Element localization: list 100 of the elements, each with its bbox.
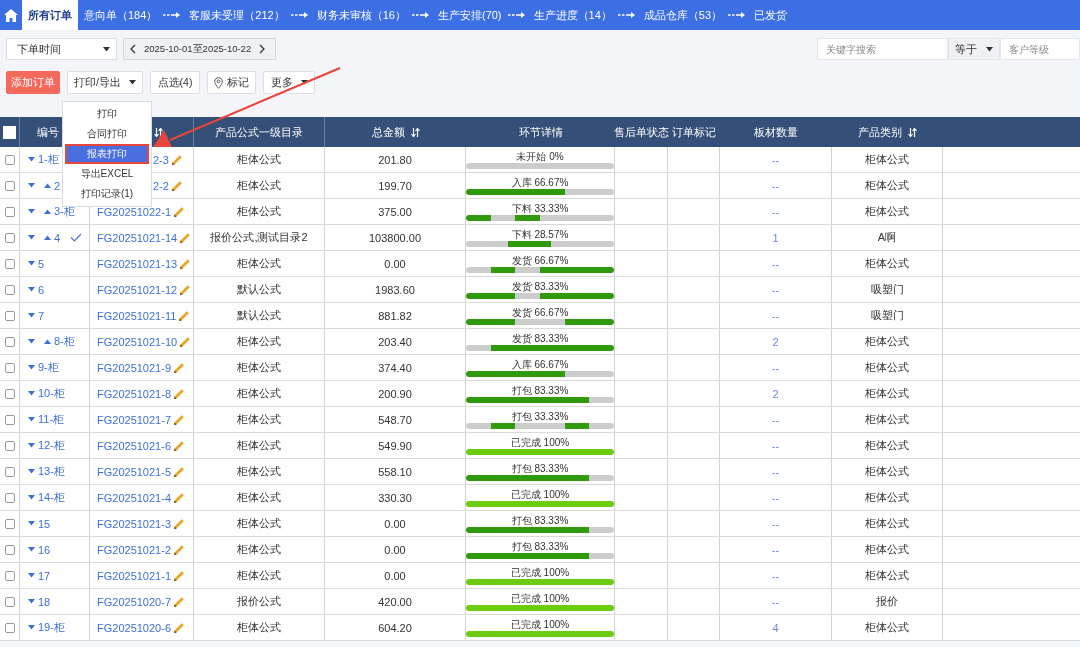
row-checkbox[interactable] xyxy=(4,466,15,477)
pencil-icon[interactable] xyxy=(178,309,191,322)
row-number[interactable]: 3-柜 xyxy=(54,204,75,219)
pencil-icon[interactable] xyxy=(173,205,185,218)
order-number-link[interactable]: FG20251021-13 xyxy=(97,257,178,270)
row-number[interactable]: 7 xyxy=(38,309,45,322)
chevron-right-icon[interactable] xyxy=(259,44,266,54)
column-header[interactable]: 总金额 xyxy=(371,124,405,140)
customer-level-field[interactable]: 客户等级 xyxy=(1000,38,1080,60)
row-number[interactable]: 14-柜 xyxy=(38,490,65,505)
dropdown-button[interactable]: 更多 xyxy=(263,71,315,94)
pencil-icon[interactable] xyxy=(179,257,192,270)
row-checkbox[interactable] xyxy=(4,518,15,529)
row-checkbox[interactable] xyxy=(4,310,15,321)
row-number[interactable]: 9-柜 xyxy=(38,360,59,375)
order-number-link[interactable]: FG20251021-4 xyxy=(97,491,171,504)
pencil-icon[interactable] xyxy=(173,387,185,400)
board-count[interactable]: 2 xyxy=(772,335,779,348)
order-number-link[interactable]: 2-2 xyxy=(153,179,169,192)
board-count[interactable]: -- xyxy=(771,595,780,608)
pencil-icon[interactable] xyxy=(170,179,183,192)
order-number-link[interactable]: FG20251021-6 xyxy=(97,439,171,452)
pencil-icon[interactable] xyxy=(173,361,185,374)
order-number-link[interactable]: 2-3 xyxy=(153,153,169,166)
row-number[interactable]: 18 xyxy=(38,595,51,608)
row-number[interactable]: 6 xyxy=(38,283,45,296)
row-number[interactable]: 12-柜 xyxy=(38,438,65,453)
pencil-icon[interactable] xyxy=(173,517,185,530)
pencil-icon[interactable] xyxy=(173,621,185,634)
order-number-link[interactable]: FG20251021-10 xyxy=(97,335,178,348)
board-count[interactable]: -- xyxy=(771,179,780,192)
row-checkbox[interactable] xyxy=(4,596,15,607)
board-count[interactable]: -- xyxy=(771,465,780,478)
row-number[interactable]: 17 xyxy=(38,569,51,582)
date-range-picker[interactable]: 2025-10-01至2025-10-22 xyxy=(123,38,276,60)
row-number[interactable]: 2 xyxy=(54,179,61,192)
pencil-icon[interactable] xyxy=(179,231,192,244)
board-count[interactable]: -- xyxy=(771,517,780,530)
nav-tab[interactable]: 财务未审核（16） xyxy=(310,0,412,30)
row-checkbox[interactable] xyxy=(4,232,15,243)
nav-tab[interactable]: 所有订单 xyxy=(22,0,78,30)
pencil-icon[interactable] xyxy=(179,335,192,348)
board-count[interactable]: 1 xyxy=(772,231,779,244)
mark-button[interactable]: 标记 xyxy=(207,71,256,94)
order-number-link[interactable]: FG20251021-1 xyxy=(97,569,171,582)
row-checkbox[interactable] xyxy=(4,362,15,373)
pencil-icon[interactable] xyxy=(173,569,185,582)
board-count[interactable]: -- xyxy=(771,413,780,426)
sort-icon[interactable] xyxy=(410,127,420,137)
nav-tab[interactable]: 生产进度（14） xyxy=(527,0,618,30)
row-number[interactable]: 11-柜 xyxy=(38,412,65,427)
menu-item[interactable]: 打印记录(1) xyxy=(63,184,151,204)
row-checkbox[interactable] xyxy=(4,206,15,217)
order-number-link[interactable]: FG20251021-2 xyxy=(97,543,171,556)
row-checkbox[interactable] xyxy=(4,180,15,191)
menu-item[interactable]: 打印 xyxy=(63,104,151,124)
order-number-link[interactable]: FG20251021-14 xyxy=(97,231,178,244)
board-count[interactable]: -- xyxy=(771,543,780,556)
menu-item[interactable]: 报表打印 xyxy=(65,144,149,164)
row-checkbox[interactable] xyxy=(4,544,15,555)
pencil-icon[interactable] xyxy=(173,465,185,478)
row-number[interactable]: 15 xyxy=(38,517,51,530)
nav-tab[interactable]: 生产安排(70) xyxy=(431,0,508,30)
menu-item[interactable]: 合同打印 xyxy=(63,124,151,144)
pencil-icon[interactable] xyxy=(173,413,185,426)
row-number[interactable]: 10-柜 xyxy=(38,386,65,401)
row-number[interactable]: 16 xyxy=(38,543,51,556)
order-number-link[interactable]: FG20251021-3 xyxy=(97,517,171,530)
row-number[interactable]: 13-柜 xyxy=(38,464,65,479)
row-number[interactable]: 4 xyxy=(54,231,61,244)
keyword-search-field[interactable]: 关键字搜索 xyxy=(817,38,948,60)
board-count[interactable]: -- xyxy=(771,283,780,296)
pencil-icon[interactable] xyxy=(170,153,183,166)
dropdown-button[interactable]: 打印/导出 xyxy=(67,71,143,94)
board-count[interactable]: 4 xyxy=(772,621,779,634)
chevron-left-icon[interactable] xyxy=(130,44,136,54)
pencil-icon[interactable] xyxy=(173,439,185,452)
board-count[interactable]: -- xyxy=(771,361,780,374)
nav-tab[interactable]: 已发货 xyxy=(748,0,794,30)
pencil-icon[interactable] xyxy=(173,543,185,556)
order-number-link[interactable]: FG20251020-7 xyxy=(97,595,171,608)
row-checkbox[interactable] xyxy=(4,570,15,581)
board-count[interactable]: -- xyxy=(771,257,780,270)
row-number[interactable]: 5 xyxy=(38,257,45,270)
home-icon[interactable] xyxy=(4,8,18,22)
row-checkbox[interactable] xyxy=(4,154,15,165)
row-checkbox[interactable] xyxy=(4,388,15,399)
order-number-link[interactable]: FG20251021-7 xyxy=(97,413,171,426)
nav-tab[interactable]: 成品仓库（53） xyxy=(637,0,729,30)
column-header[interactable]: 产品类别 xyxy=(858,124,902,140)
operator-select[interactable]: 等于 xyxy=(948,38,1000,60)
pencil-icon[interactable] xyxy=(173,491,185,504)
row-checkbox[interactable] xyxy=(4,440,15,451)
board-count[interactable]: -- xyxy=(771,439,780,452)
board-count[interactable]: -- xyxy=(771,569,780,582)
sort-icon[interactable] xyxy=(154,127,163,137)
select-button[interactable]: 点选(4) xyxy=(150,71,200,94)
select-all-checkbox[interactable] xyxy=(3,125,16,139)
row-checkbox[interactable] xyxy=(4,492,15,503)
board-count[interactable]: -- xyxy=(771,153,780,166)
